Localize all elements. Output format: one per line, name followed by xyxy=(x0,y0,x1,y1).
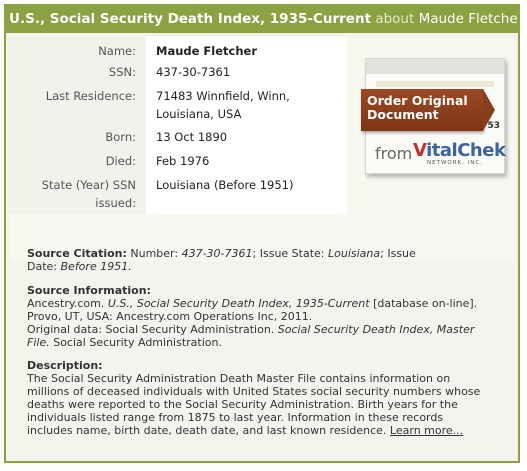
issued-label-line-1: State (Year) SSN xyxy=(41,178,136,192)
field-value: 437-30-7361 xyxy=(146,63,347,87)
date-value: Before 1951. xyxy=(60,260,132,273)
field-row-ssn: SSN: 437-30-7361 xyxy=(10,63,347,87)
field-label: SSN: xyxy=(10,63,146,87)
from-label: from xyxy=(375,144,413,163)
field-label: Died: xyxy=(10,152,146,176)
original-data-title: Social Security Death Index, Master xyxy=(277,323,475,336)
field-row-born: Born: 13 Oct 1890 xyxy=(10,128,347,152)
logo-v: V xyxy=(413,140,427,161)
source-info-line-4: File. Social Security Administration. xyxy=(27,336,512,349)
title-bar: U.S., Social Security Death Index, 1935-… xyxy=(6,6,518,33)
order-document-banner: Order Original Document xyxy=(361,89,495,131)
record-content: Name: Maude Fletcher SSN: 437-30-7361 La… xyxy=(6,33,518,461)
database-title: U.S., Social Security Death Index, 1935-… xyxy=(107,297,370,310)
description-line-last: includes name, birth date, death date, a… xyxy=(27,424,512,437)
description-line: millions of deceased individuals with Un… xyxy=(27,385,481,398)
order-line-2: Document xyxy=(367,107,439,122)
document-stripe xyxy=(366,59,504,74)
original-data-publisher: Social Security Administration. xyxy=(53,336,222,349)
source-information: Source Information: Ancestry.com. U.S., … xyxy=(27,284,512,349)
field-value: Louisiana (Before 1951) xyxy=(146,176,347,214)
field-row-name: Name: Maude Fletcher xyxy=(10,37,347,63)
field-row-residence: Last Residence: 71483 Winnfield, Winn, L… xyxy=(10,87,347,128)
source-info-line-3: Original data: Social Security Administr… xyxy=(27,323,512,336)
database-type: [database on-line]. xyxy=(373,297,478,310)
description-line: The Social Security Administration Death… xyxy=(27,372,451,385)
source-info-heading: Source Information: xyxy=(27,284,151,297)
citation-heading: Source Citation: xyxy=(27,247,127,260)
source-citation: Source Citation: Number: 437-30-7361; Is… xyxy=(27,247,512,273)
collection-title[interactable]: U.S., Social Security Death Index, 1935-… xyxy=(9,11,371,27)
field-label: Last Residence: xyxy=(10,87,146,128)
order-line-1: Order Original xyxy=(367,93,468,108)
residence-line-2: Louisiana, USA xyxy=(156,107,242,121)
number-value: 437-30-7361 xyxy=(181,247,253,260)
description-heading: Description: xyxy=(27,359,103,372)
field-label: Born: xyxy=(10,128,146,152)
description: Description: The Social Security Adminis… xyxy=(27,359,512,437)
field-label: State (Year) SSN issued: xyxy=(10,176,146,214)
issued-label-line-2: issued: xyxy=(95,196,136,210)
record-panel: Name: Maude Fletcher SSN: 437-30-7361 La… xyxy=(10,37,515,261)
record-fields: Name: Maude Fletcher SSN: 437-30-7361 La… xyxy=(10,37,347,252)
document-stripe xyxy=(376,81,494,87)
field-label: Name: xyxy=(10,37,146,63)
field-value: 71483 Winnfield, Winn, Louisiana, USA xyxy=(146,87,347,128)
person-name-heading: Maude Fletcher xyxy=(418,11,518,27)
field-value: Maude Fletcher xyxy=(146,37,347,63)
source-info-line-1: Ancestry.com. U.S., Social Security Deat… xyxy=(27,297,512,310)
original-data-title-cont: File. xyxy=(27,336,50,349)
vitalchek-logo: VitalChek xyxy=(413,140,506,161)
logo-text: italChek xyxy=(426,140,506,161)
residence-line-1: 71483 Winnfield, Winn, xyxy=(156,89,290,103)
citation-line-1: Source Citation: Number: 437-30-7361; Is… xyxy=(27,247,416,260)
logo-network-text: NETWORK, INC. xyxy=(427,160,483,166)
field-row-ssn-issued: State (Year) SSN issued: Louisiana (Befo… xyxy=(10,176,347,214)
source-info-line-2: Provo, UT, USA: Ancestry.com Operations … xyxy=(27,310,313,323)
number-label: Number: xyxy=(130,247,179,260)
learn-more-link[interactable]: Learn more... xyxy=(390,424,463,437)
field-value: 13 Oct 1890 xyxy=(146,128,347,152)
original-data-label: Original data: Social Security Administr… xyxy=(27,323,275,336)
issue-label: Issue xyxy=(387,247,416,260)
description-line: deaths were reported to the Social Secur… xyxy=(27,398,458,411)
record-frame: U.S., Social Security Death Index, 1935-… xyxy=(4,4,520,463)
citation-line-2: Date: Before 1951. xyxy=(27,260,512,273)
about-label: about xyxy=(375,11,415,27)
field-value: Feb 1976 xyxy=(146,152,347,176)
description-line: includes name, birth date, death date, a… xyxy=(27,424,387,437)
state-label: Issue State: xyxy=(259,247,325,260)
description-line: individuals listed range from 1875 to la… xyxy=(27,411,444,424)
source-publisher: Ancestry.com. xyxy=(27,297,105,310)
state-value: Louisiana xyxy=(328,247,381,260)
date-label: Date: xyxy=(27,260,57,273)
field-row-died: Died: Feb 1976 xyxy=(10,152,347,176)
order-original-document-button[interactable]: 53 Order Original Document from VitalChe… xyxy=(361,56,513,178)
